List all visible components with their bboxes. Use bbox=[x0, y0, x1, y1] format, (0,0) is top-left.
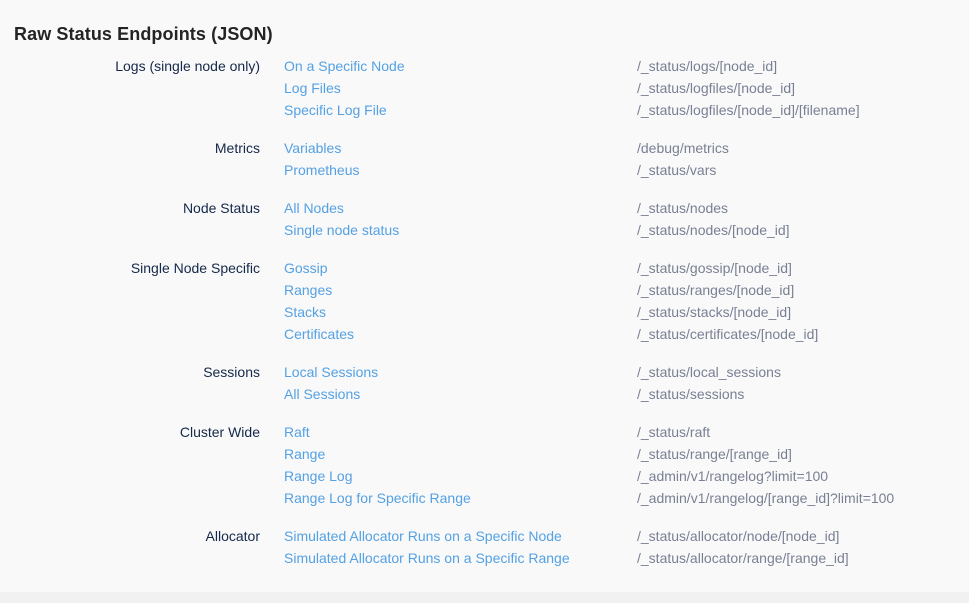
endpoint-path: /_status/gossip/[node_id] bbox=[637, 257, 969, 279]
endpoint-link[interactable]: Local Sessions bbox=[284, 361, 613, 383]
endpoint-link[interactable]: Log Files bbox=[284, 77, 613, 99]
endpoint-path: /_status/nodes/[node_id] bbox=[637, 219, 969, 241]
endpoint-path: /_status/ranges/[node_id] bbox=[637, 279, 969, 301]
endpoint-path: /_status/logfiles/[node_id] bbox=[637, 77, 969, 99]
paths-column: /debug/metrics/_status/vars bbox=[637, 137, 969, 181]
endpoint-path: /_status/local_sessions bbox=[637, 361, 969, 383]
category-label: Single Node Specific bbox=[0, 257, 260, 345]
endpoint-link[interactable]: Simulated Allocator Runs on a Specific N… bbox=[284, 525, 613, 547]
endpoint-section: Metrics VariablesPrometheus /debug/metri… bbox=[0, 137, 969, 181]
endpoint-link[interactable]: All Sessions bbox=[284, 383, 613, 405]
links-column: VariablesPrometheus bbox=[284, 137, 613, 181]
endpoints-list: Logs (single node only) On a Specific No… bbox=[0, 55, 969, 585]
endpoint-section: Sessions Local SessionsAll Sessions /_st… bbox=[0, 361, 969, 405]
endpoint-link[interactable]: Variables bbox=[284, 137, 613, 159]
endpoint-path: /_admin/v1/rangelog?limit=100 bbox=[637, 465, 969, 487]
paths-column: /_status/logs/[node_id]/_status/logfiles… bbox=[637, 55, 969, 121]
page-title: Raw Status Endpoints (JSON) bbox=[14, 24, 273, 45]
links-column: All NodesSingle node status bbox=[284, 197, 613, 241]
endpoint-link[interactable]: Single node status bbox=[284, 219, 613, 241]
endpoint-section: Allocator Simulated Allocator Runs on a … bbox=[0, 525, 969, 569]
category-label: Logs (single node only) bbox=[0, 55, 260, 121]
paths-column: /_status/raft/_status/range/[range_id]/_… bbox=[637, 421, 969, 509]
endpoint-path: /_status/certificates/[node_id] bbox=[637, 323, 969, 345]
category-label: Sessions bbox=[0, 361, 260, 405]
category-label: Allocator bbox=[0, 525, 260, 569]
endpoint-path: /_status/vars bbox=[637, 159, 969, 181]
footer-strip bbox=[0, 592, 969, 603]
paths-column: /_status/gossip/[node_id]/_status/ranges… bbox=[637, 257, 969, 345]
category-label: Metrics bbox=[0, 137, 260, 181]
category-label: Cluster Wide bbox=[0, 421, 260, 509]
endpoint-link[interactable]: Stacks bbox=[284, 301, 613, 323]
endpoint-link[interactable]: Range Log for Specific Range bbox=[284, 487, 613, 509]
links-column: Local SessionsAll Sessions bbox=[284, 361, 613, 405]
links-column: RaftRangeRange LogRange Log for Specific… bbox=[284, 421, 613, 509]
paths-column: /_status/allocator/node/[node_id]/_statu… bbox=[637, 525, 969, 569]
endpoint-section: Cluster Wide RaftRangeRange LogRange Log… bbox=[0, 421, 969, 509]
endpoint-path: /_status/raft bbox=[637, 421, 969, 443]
links-column: Simulated Allocator Runs on a Specific N… bbox=[284, 525, 613, 569]
endpoint-link[interactable]: Simulated Allocator Runs on a Specific R… bbox=[284, 547, 613, 569]
endpoint-path: /_status/stacks/[node_id] bbox=[637, 301, 969, 323]
endpoint-link[interactable]: Certificates bbox=[284, 323, 613, 345]
paths-column: /_status/nodes/_status/nodes/[node_id] bbox=[637, 197, 969, 241]
endpoint-link[interactable]: Range Log bbox=[284, 465, 613, 487]
links-column: GossipRangesStacksCertificates bbox=[284, 257, 613, 345]
endpoint-path: /_status/sessions bbox=[637, 383, 969, 405]
paths-column: /_status/local_sessions/_status/sessions bbox=[637, 361, 969, 405]
endpoint-path: /_status/allocator/range/[range_id] bbox=[637, 547, 969, 569]
endpoint-path: /_admin/v1/rangelog/[range_id]?limit=100 bbox=[637, 487, 969, 509]
endpoint-link[interactable]: Prometheus bbox=[284, 159, 613, 181]
endpoint-path: /_status/logfiles/[node_id]/[filename] bbox=[637, 99, 969, 121]
endpoint-link[interactable]: Ranges bbox=[284, 279, 613, 301]
links-column: On a Specific NodeLog FilesSpecific Log … bbox=[284, 55, 613, 121]
endpoint-section: Logs (single node only) On a Specific No… bbox=[0, 55, 969, 121]
endpoint-link[interactable]: All Nodes bbox=[284, 197, 613, 219]
endpoint-link[interactable]: Raft bbox=[284, 421, 613, 443]
endpoint-section: Single Node Specific GossipRangesStacksC… bbox=[0, 257, 969, 345]
endpoint-link[interactable]: Range bbox=[284, 443, 613, 465]
category-label: Node Status bbox=[0, 197, 260, 241]
endpoint-path: /debug/metrics bbox=[637, 137, 969, 159]
endpoint-path: /_status/logs/[node_id] bbox=[637, 55, 969, 77]
endpoint-path: /_status/allocator/node/[node_id] bbox=[637, 525, 969, 547]
endpoint-link[interactable]: Gossip bbox=[284, 257, 613, 279]
endpoint-link[interactable]: On a Specific Node bbox=[284, 55, 613, 77]
endpoint-path: /_status/range/[range_id] bbox=[637, 443, 969, 465]
endpoint-link[interactable]: Specific Log File bbox=[284, 99, 613, 121]
endpoint-path: /_status/nodes bbox=[637, 197, 969, 219]
endpoint-section: Node Status All NodesSingle node status … bbox=[0, 197, 969, 241]
